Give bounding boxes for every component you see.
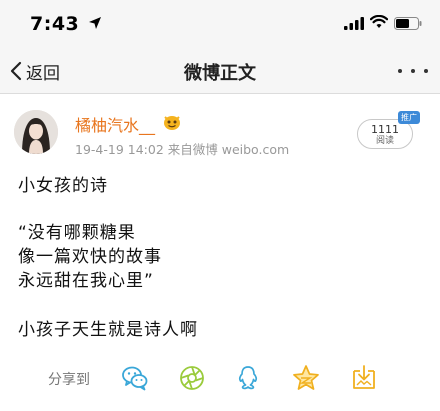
read-count-number: 1111 [371, 123, 399, 136]
user-badge-icon [164, 116, 180, 130]
page-title: 微博正文 [184, 63, 256, 84]
promo-badge[interactable]: 推广 [398, 111, 420, 124]
qq-icon[interactable] [233, 363, 263, 393]
post-text-line: 像一篇欢快的故事 [18, 247, 162, 267]
post-text-line: 小孩子天生就是诗人啊 [18, 320, 198, 340]
wifi-icon [370, 15, 388, 28]
moments-icon[interactable] [177, 363, 207, 393]
share-label: 分享到 [48, 372, 90, 388]
battery-icon [394, 17, 422, 30]
status-bar: 7:43 [0, 0, 440, 48]
read-count-label: 阅读 [375, 136, 394, 146]
post-text-line: “没有哪颗糖果 [18, 223, 136, 243]
share-bar: 分享到 [0, 360, 440, 400]
signal-icon [344, 17, 364, 30]
avatar[interactable] [14, 110, 58, 154]
more-dot-icon [411, 69, 415, 73]
weibo-post: 橘柚汽水__ 19-4-19 14:02 来自微博 weibo.com 1111… [0, 95, 440, 411]
more-options-button[interactable] [398, 62, 428, 80]
qzone-star-icon[interactable] [291, 363, 321, 393]
wechat-icon[interactable] [120, 363, 150, 393]
more-dot-icon [398, 69, 402, 73]
save-image-icon[interactable] [349, 363, 379, 393]
more-dot-icon [424, 69, 428, 73]
nav-bar: 返回 微博正文 [0, 48, 440, 94]
status-time: 7:43 [30, 13, 80, 35]
post-text-line: 永远甜在我心里” [18, 271, 154, 291]
username-link[interactable]: 橘柚汽水__ [75, 112, 155, 136]
avatar-image [14, 110, 58, 154]
location-arrow-icon [89, 17, 101, 29]
post-meta: 19-4-19 14:02 来自微博 weibo.com [75, 142, 290, 157]
post-text-line: 小女孩的诗 [18, 176, 108, 196]
